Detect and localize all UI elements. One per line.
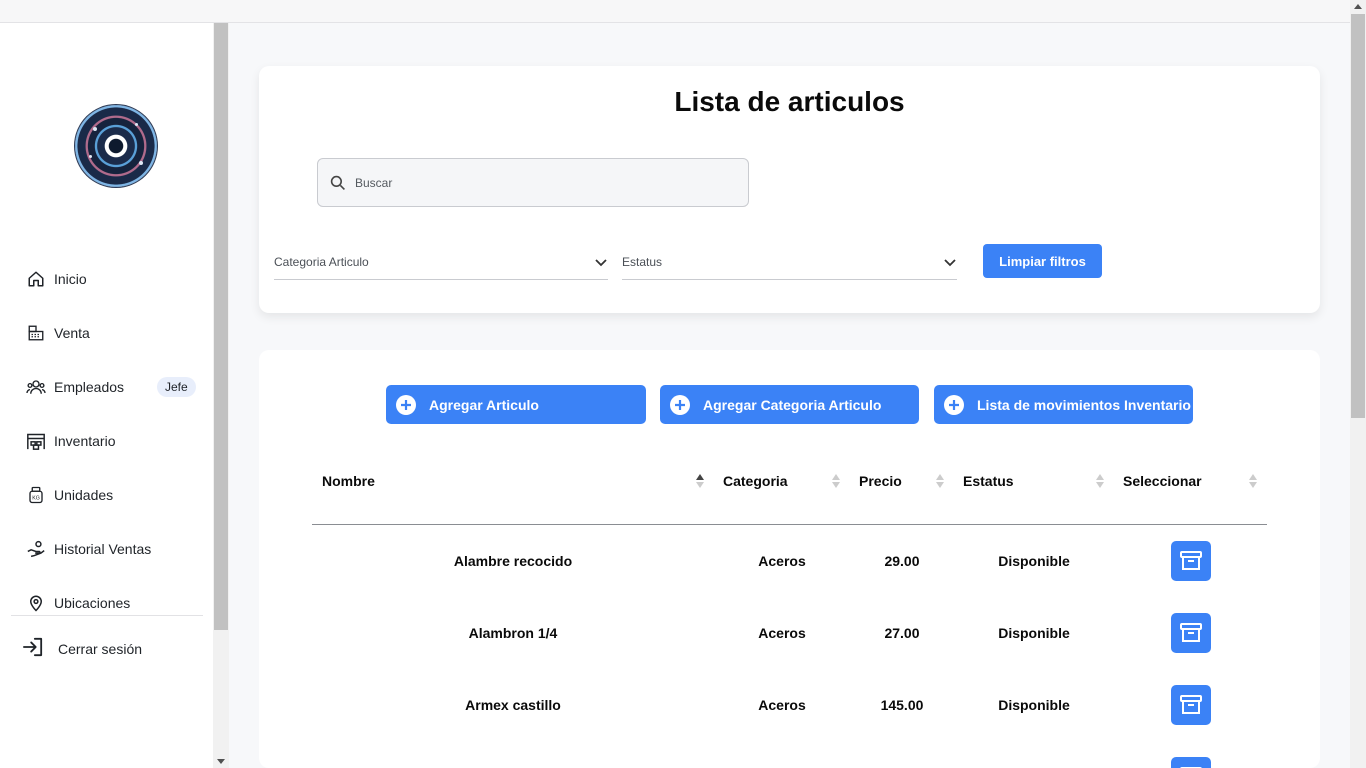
sidebar-item-label: Inicio — [54, 271, 87, 287]
search-box[interactable] — [317, 158, 749, 207]
sort-icon[interactable] — [832, 474, 840, 488]
archive-icon — [1180, 623, 1202, 642]
chevron-down-icon — [943, 255, 957, 269]
page-scrollbar[interactable] — [1350, 0, 1366, 768]
sidebar: Inicio Venta Empleados Jefe Inventario K… — [0, 23, 213, 768]
logout-button[interactable]: Cerrar sesión — [22, 637, 143, 662]
column-header-precio[interactable]: Precio — [859, 473, 902, 489]
sidebar-scrollbar-thumb[interactable] — [214, 23, 228, 630]
archive-icon — [1180, 695, 1202, 714]
sidebar-item-venta[interactable]: Venta — [26, 321, 206, 345]
chevron-down-icon — [594, 255, 608, 269]
clear-filters-button[interactable]: Limpiar filtros — [983, 244, 1102, 278]
select-row-button[interactable] — [1171, 685, 1211, 725]
sidebar-item-inicio[interactable]: Inicio — [26, 267, 206, 291]
table-header-divider — [312, 524, 1267, 525]
filters-card: Lista de articulos Categoria Articulo Es… — [259, 66, 1320, 313]
inventory-movements-button[interactable]: Lista de movimientos Inventario — [934, 385, 1193, 424]
category-select[interactable]: Categoria Articulo — [274, 244, 608, 280]
cell-precio: 29.00 — [884, 553, 920, 569]
sort-asc-icon[interactable] — [696, 474, 704, 488]
plus-circle-icon — [396, 394, 416, 415]
sidebar-scrollbar[interactable] — [213, 23, 229, 768]
cell-estatus: Disponible — [998, 697, 1070, 713]
sidebar-item-inventario[interactable]: Inventario — [26, 429, 206, 453]
select-row-button[interactable] — [1171, 757, 1211, 768]
table-row: Alambron 1/4 Aceros 27.00 Disponible — [259, 609, 1320, 657]
column-header-estatus[interactable]: Estatus — [963, 473, 1014, 489]
add-category-button[interactable]: Agregar Categoria Articulo — [660, 385, 919, 424]
table-row: Armex castillo Aceros 145.00 Disponible — [259, 681, 1320, 729]
cell-categoria: Aceros — [758, 553, 806, 569]
cell-nombre: Alambron 1/4 — [468, 625, 558, 641]
logout-icon — [22, 637, 44, 662]
cell-precio: 27.00 — [884, 625, 920, 641]
sidebar-divider — [11, 615, 203, 616]
select-row-button[interactable] — [1171, 613, 1211, 653]
search-icon — [330, 175, 346, 191]
sidebar-item-label: Empleados — [54, 379, 125, 395]
app-logo[interactable] — [75, 105, 157, 187]
page-scrollbar-thumb[interactable] — [1351, 14, 1365, 418]
articles-card: Agregar Articulo Agregar Categoria Artic… — [259, 350, 1320, 768]
column-header-nombre[interactable]: Nombre — [322, 473, 375, 489]
scroll-down-arrow-icon[interactable] — [217, 759, 225, 764]
status-select[interactable]: Estatus — [622, 244, 957, 280]
page-title: Lista de articulos — [674, 86, 905, 117]
sidebar-item-empleados[interactable]: Empleados Jefe — [26, 375, 206, 399]
column-header-seleccionar[interactable]: Seleccionar — [1123, 473, 1202, 489]
sort-icon[interactable] — [936, 474, 944, 488]
sidebar-item-label: Inventario — [54, 433, 116, 449]
browser-top-bar — [0, 0, 1366, 23]
users-icon — [26, 377, 46, 397]
cell-nombre: Alambre recocido — [453, 553, 573, 569]
status-select-value: Estatus — [622, 254, 663, 269]
svg-text:KG: KG — [32, 496, 40, 502]
add-article-button[interactable]: Agregar Articulo — [386, 385, 646, 424]
table-row — [259, 753, 1320, 768]
select-row-button[interactable] — [1171, 541, 1211, 581]
sort-icon[interactable] — [1096, 474, 1104, 488]
home-icon — [26, 269, 46, 289]
sidebar-item-label: Venta — [54, 325, 90, 341]
weight-icon: KG — [26, 485, 46, 505]
inventory-movements-label: Lista de movimientos Inventario — [977, 396, 1191, 413]
category-select-value: Categoria Articulo — [274, 254, 369, 269]
cell-estatus: Disponible — [998, 625, 1070, 641]
cell-estatus: Disponible — [998, 553, 1070, 569]
sidebar-item-label: Historial Ventas — [54, 541, 152, 557]
cell-nombre: Armex castillo — [465, 697, 561, 713]
column-header-categoria[interactable]: Categoria — [723, 473, 788, 489]
search-input[interactable] — [355, 175, 735, 190]
plus-circle-icon — [944, 394, 964, 415]
sidebar-item-unidades[interactable]: KG Unidades — [26, 483, 206, 507]
map-pin-icon — [26, 593, 46, 613]
scroll-up-arrow-icon[interactable] — [1354, 4, 1362, 9]
sidebar-item-label: Ubicaciones — [54, 595, 131, 611]
sidebar-item-ubicaciones[interactable]: Ubicaciones — [26, 591, 206, 615]
role-badge: Jefe — [157, 377, 196, 397]
sort-icon[interactable] — [1249, 474, 1257, 488]
cell-categoria: Aceros — [758, 697, 806, 713]
plus-circle-icon — [670, 394, 690, 415]
add-category-label: Agregar Categoria Articulo — [703, 396, 882, 413]
cash-register-icon — [26, 323, 46, 343]
sidebar-item-historial-ventas[interactable]: Historial Ventas — [26, 537, 206, 561]
archive-icon — [1180, 551, 1202, 570]
logout-label: Cerrar sesión — [58, 641, 143, 657]
table-row: Alambre recocido Aceros 29.00 Disponible — [259, 537, 1320, 585]
hand-coin-icon — [26, 539, 46, 559]
cell-categoria: Aceros — [758, 625, 806, 641]
warehouse-icon — [26, 431, 46, 451]
sidebar-item-label: Unidades — [54, 487, 114, 503]
add-article-label: Agregar Articulo — [429, 396, 539, 413]
cell-precio: 145.00 — [880, 697, 924, 713]
